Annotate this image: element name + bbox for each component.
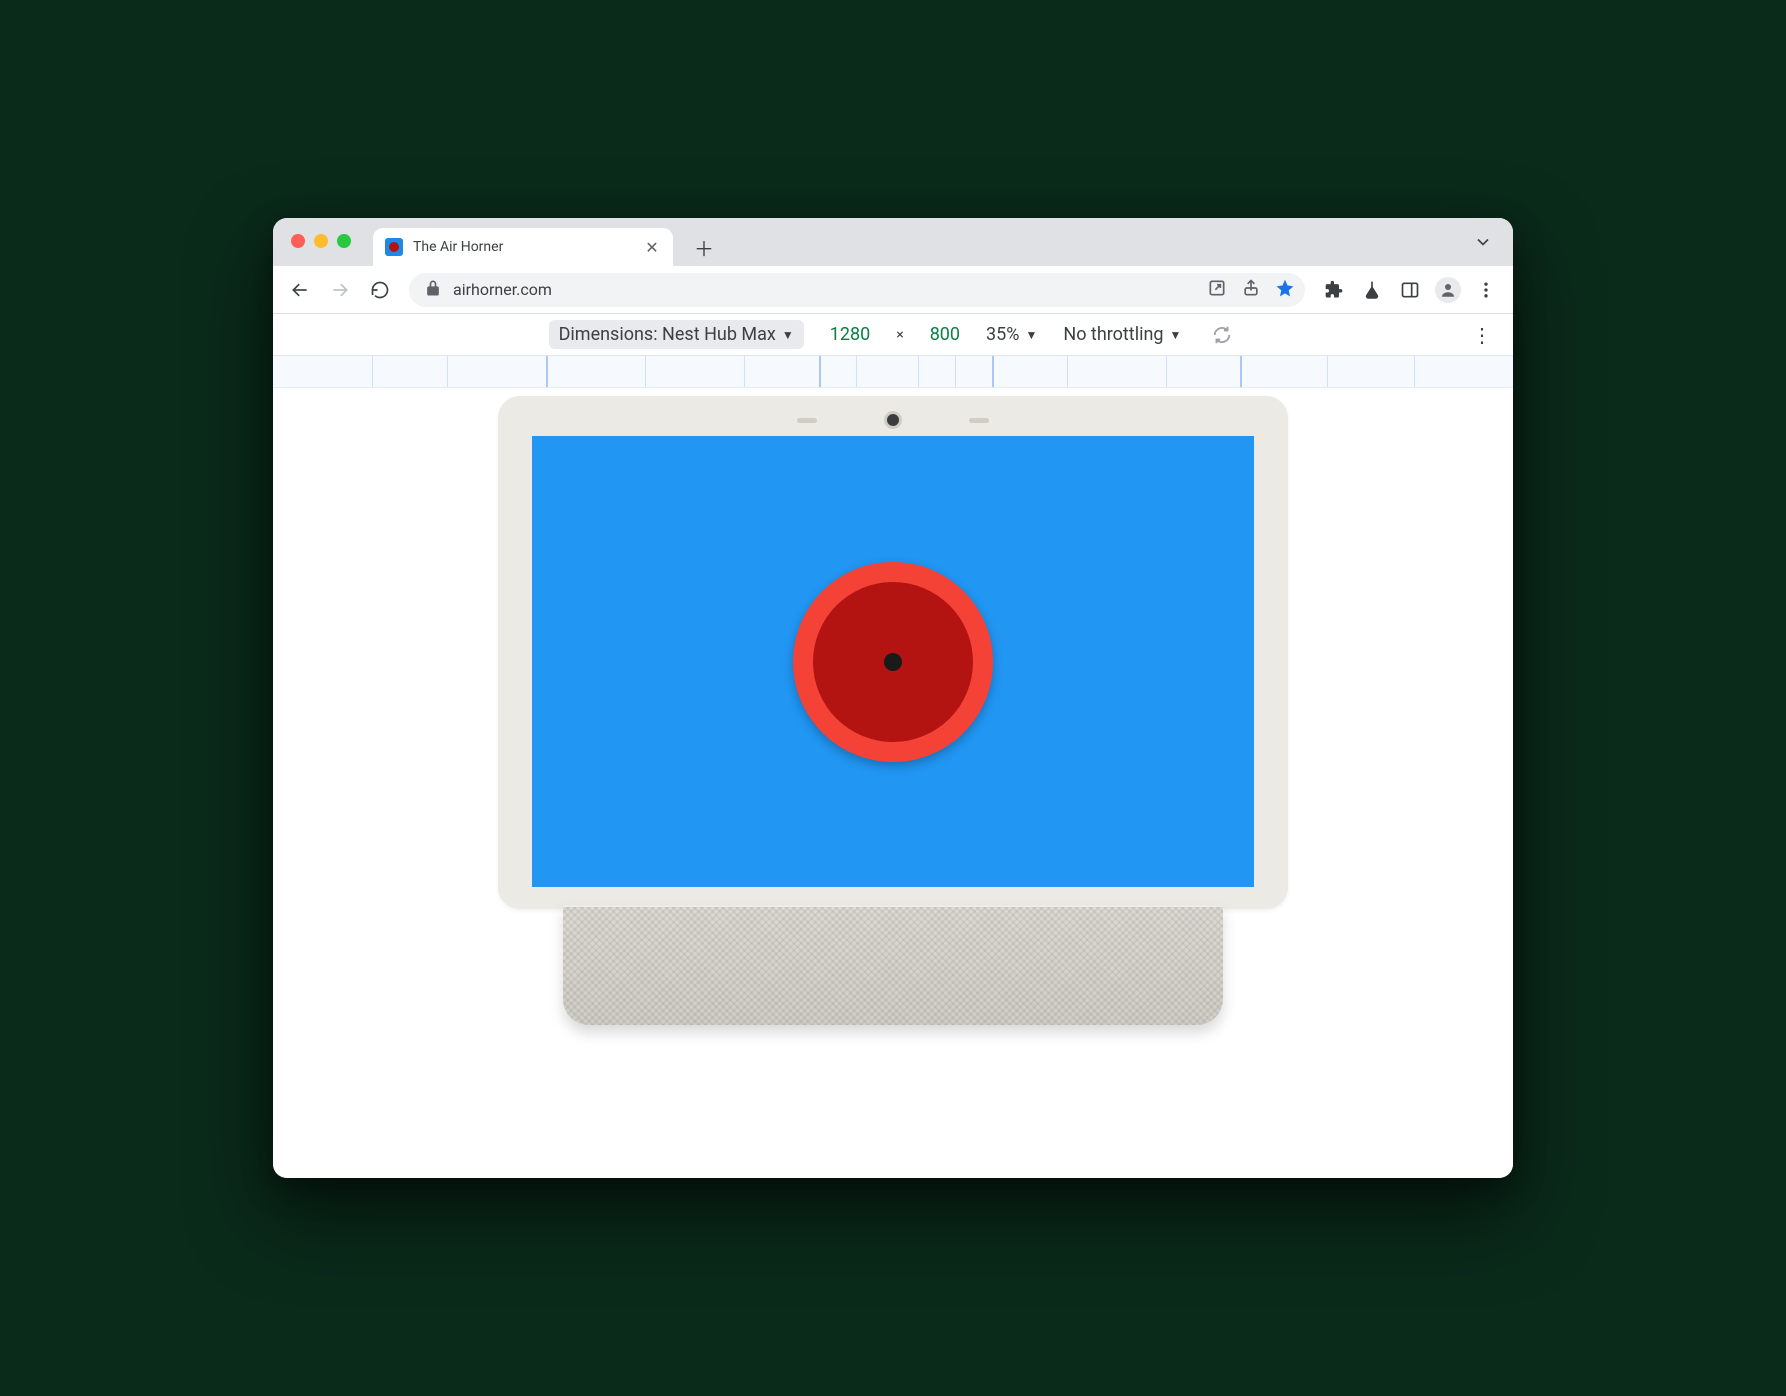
- omnibox-actions: [1207, 278, 1295, 302]
- tab-close-button[interactable]: ✕: [643, 238, 661, 256]
- rotate-device-icon[interactable]: [1207, 320, 1237, 350]
- device-bezel: [498, 396, 1288, 909]
- caret-down-icon: ▼: [782, 328, 794, 342]
- tab-title: The Air Horner: [413, 239, 503, 255]
- lock-icon: [423, 278, 443, 302]
- url-text: airhorner.com: [453, 280, 1197, 299]
- tab-strip: The Air Horner ✕ ＋: [273, 218, 1513, 266]
- device-sensor-slot: [797, 418, 817, 423]
- reload-button[interactable]: [363, 273, 397, 307]
- zoom-dropdown[interactable]: 35% ▼: [986, 324, 1037, 345]
- device-dimensions-label: Dimensions: Nest Hub Max: [559, 324, 776, 345]
- device-height-input[interactable]: 800: [930, 324, 960, 345]
- back-button[interactable]: [283, 273, 317, 307]
- airhorn-button[interactable]: [793, 562, 993, 762]
- address-bar[interactable]: airhorner.com: [409, 273, 1305, 307]
- open-external-icon[interactable]: [1207, 278, 1227, 302]
- toolbar-right: [1317, 273, 1503, 307]
- new-tab-button[interactable]: ＋: [689, 232, 719, 262]
- profile-avatar[interactable]: [1431, 273, 1465, 307]
- caret-down-icon: ▼: [1170, 328, 1182, 342]
- device-sensor-bar: [532, 410, 1254, 430]
- throttling-value: No throttling: [1063, 324, 1163, 345]
- browser-toolbar: airhorner.com: [273, 266, 1513, 314]
- browser-tab[interactable]: The Air Horner ✕: [373, 228, 673, 266]
- dimension-separator: ×: [896, 327, 903, 343]
- window-close-button[interactable]: [291, 234, 305, 248]
- tab-favicon: [385, 238, 403, 256]
- page-content[interactable]: [532, 436, 1254, 887]
- device-sensor-slot: [969, 418, 989, 423]
- chrome-menu-icon[interactable]: [1469, 273, 1503, 307]
- window-minimize-button[interactable]: [314, 234, 328, 248]
- device-speaker-base: [563, 905, 1223, 1025]
- airhorn-center-dot: [884, 653, 902, 671]
- airhorn-inner-circle: [813, 582, 973, 742]
- extensions-icon[interactable]: [1317, 273, 1351, 307]
- devtools-device-toolbar: Dimensions: Nest Hub Max ▼ 1280 × 800 35…: [273, 314, 1513, 356]
- device-camera-icon: [887, 414, 899, 426]
- window-maximize-button[interactable]: [337, 234, 351, 248]
- device-width-input[interactable]: 1280: [830, 324, 870, 345]
- devtools-more-options-icon[interactable]: ⋮: [1469, 322, 1495, 348]
- zoom-value: 35%: [986, 324, 1019, 345]
- devtools-ruler: [273, 356, 1513, 388]
- forward-button[interactable]: [323, 273, 357, 307]
- device-dimensions-dropdown[interactable]: Dimensions: Nest Hub Max ▼: [549, 320, 804, 349]
- share-icon[interactable]: [1241, 278, 1261, 302]
- window-controls: [291, 234, 351, 248]
- side-panel-icon[interactable]: [1393, 273, 1427, 307]
- bookmark-star-icon[interactable]: [1275, 278, 1295, 302]
- throttling-dropdown[interactable]: No throttling ▼: [1063, 324, 1181, 345]
- caret-down-icon: ▼: [1025, 328, 1037, 342]
- browser-window: The Air Horner ✕ ＋ airhorner.com: [273, 218, 1513, 1178]
- device-viewport: [273, 388, 1513, 1178]
- nest-hub-max-frame: [498, 396, 1288, 1025]
- labs-icon[interactable]: [1355, 273, 1389, 307]
- tab-list-chevron-icon[interactable]: [1473, 232, 1493, 257]
